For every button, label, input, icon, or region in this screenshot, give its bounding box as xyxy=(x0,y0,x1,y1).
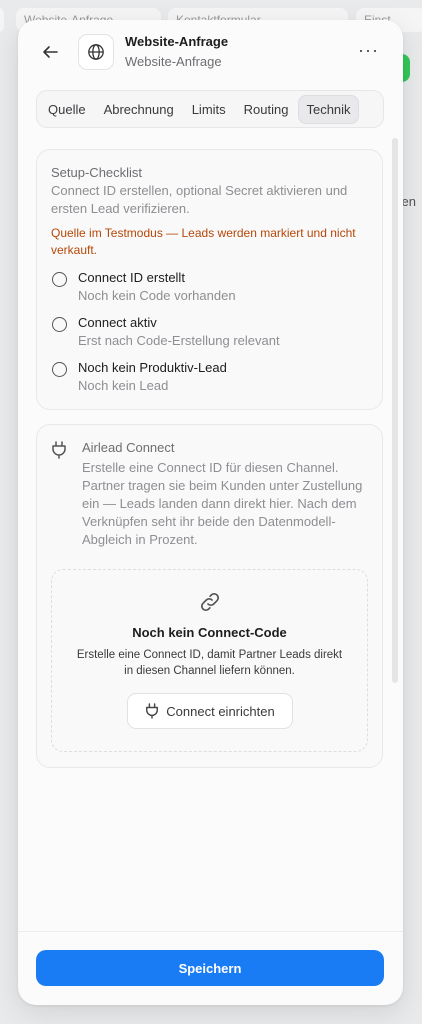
tab-quelle[interactable]: Quelle xyxy=(40,95,94,124)
checklist-item-label: Noch kein Produktiv-Lead xyxy=(78,360,227,375)
connect-title: Airlead Connect xyxy=(82,440,175,455)
checklist-item: Connect ID erstellt Noch kein Code vorha… xyxy=(51,270,371,310)
link-icon xyxy=(200,592,220,612)
checklist-item-sub: Noch kein Code vorhanden xyxy=(78,288,236,303)
scrollbar[interactable] xyxy=(392,138,398,683)
checklist-title: Setup-Checklist xyxy=(51,165,143,180)
checklist-circle-icon[interactable] xyxy=(52,362,67,377)
connect-description: Erstelle eine Connect ID für diesen Chan… xyxy=(82,460,363,547)
setup-checklist-card: Setup-Checklist Connect ID erstellen, op… xyxy=(36,149,383,410)
back-button[interactable] xyxy=(40,42,64,62)
checklist-description: Connect ID erstellen, optional Secret ak… xyxy=(51,183,348,216)
background-tab xyxy=(0,8,4,32)
channel-icon-box xyxy=(78,34,114,70)
plug-icon xyxy=(146,703,159,719)
checklist-item: Noch kein Produktiv-Lead Noch kein Lead xyxy=(51,360,371,400)
more-options-button[interactable]: ··· xyxy=(358,40,379,60)
channel-settings-panel: Website-Anfrage Website-Anfrage ··· Quel… xyxy=(18,20,403,1005)
tab-routing[interactable]: Routing xyxy=(236,95,297,124)
panel-header: Website-Anfrage Website-Anfrage ··· xyxy=(18,20,403,90)
checklist-item: Connect aktiv Erst nach Code-Erstellung … xyxy=(51,315,371,355)
tab-limits[interactable]: Limits xyxy=(184,95,234,124)
more-icon: ··· xyxy=(358,40,379,60)
connect-setup-label: Connect einrichten xyxy=(166,703,275,719)
empty-state-description: Erstelle eine Connect ID, damit Partner … xyxy=(76,649,343,677)
panel-title: Website-Anfrage xyxy=(125,34,229,49)
checklist-circle-icon[interactable] xyxy=(52,272,67,287)
connect-setup-button[interactable]: Connect einrichten xyxy=(127,693,293,729)
background-text: en xyxy=(401,194,416,209)
settings-tabs: Quelle Abrechnung Limits Routing Technik xyxy=(36,90,384,128)
airlead-connect-card: Airlead Connect Erstelle eine Connect ID… xyxy=(36,424,383,768)
tab-technik[interactable]: Technik xyxy=(298,94,359,124)
connect-empty-state: Noch kein Connect-Code Erstelle eine Con… xyxy=(51,569,368,752)
save-button[interactable]: Speichern xyxy=(36,950,384,986)
test-mode-warning: Quelle im Testmodus — Leads werden marki… xyxy=(51,226,356,257)
empty-state-title: Noch kein Connect-Code xyxy=(132,625,287,640)
tab-abrechnung[interactable]: Abrechnung xyxy=(96,95,182,124)
footer-divider xyxy=(18,931,403,932)
globe-icon xyxy=(88,44,104,60)
panel-subtitle: Website-Anfrage xyxy=(125,54,222,69)
checklist-item-label: Connect aktiv xyxy=(78,315,157,330)
checklist-item-label: Connect ID erstellt xyxy=(78,270,185,285)
checklist-item-sub: Erst nach Code-Erstellung relevant xyxy=(78,333,280,348)
plug-icon xyxy=(52,441,66,459)
checklist-item-sub: Noch kein Lead xyxy=(78,378,169,393)
arrow-left-icon xyxy=(43,46,58,58)
checklist-circle-icon[interactable] xyxy=(52,317,67,332)
